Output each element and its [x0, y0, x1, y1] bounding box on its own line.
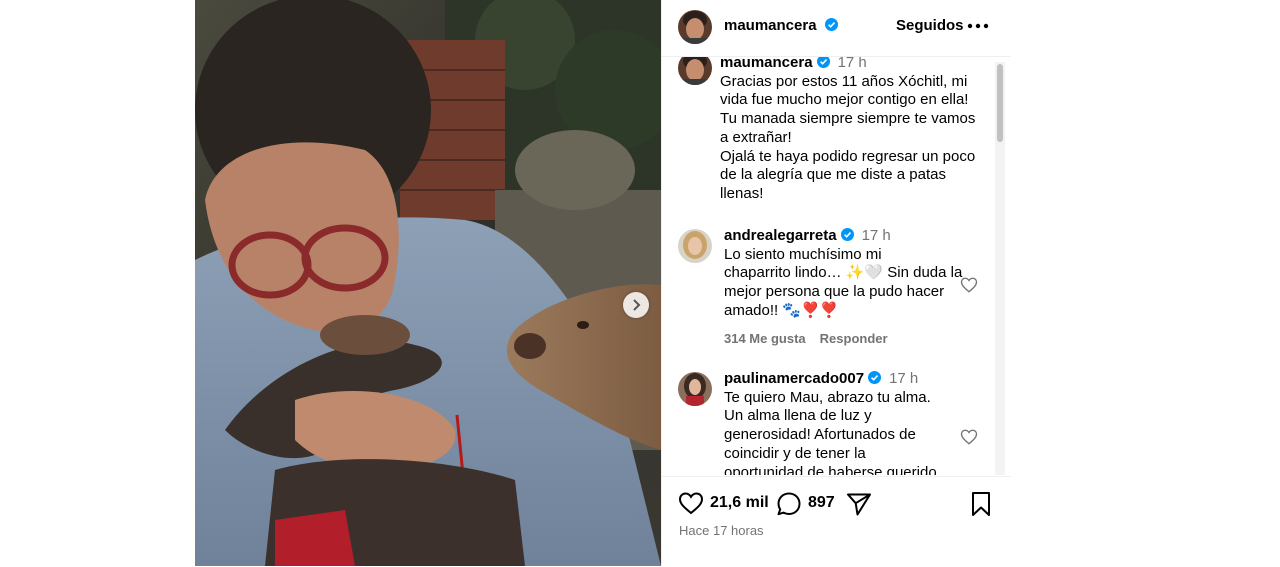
comment-line: oportunidad de haberse querido [724, 463, 937, 475]
comment-actions: 314 Me gusta Responder [724, 331, 902, 346]
comment-like-heart-icon[interactable] [960, 428, 978, 446]
comment-author[interactable]: paulinamercado007 [724, 370, 864, 387]
comment-time[interactable]: 17 h [862, 227, 891, 244]
caption-line: Ojalá te haya podido regresar un poco [720, 147, 976, 165]
post-action-bar: 21,6 mil 897 Hace 17 horas [662, 476, 1011, 567]
author-username[interactable]: maumancera [724, 17, 838, 34]
commenter-avatar[interactable] [678, 229, 712, 263]
comments-list[interactable]: maumancera 17 h Gracias por estos 11 años… [662, 57, 992, 475]
comment-line: coincidir y de tener la [724, 444, 866, 462]
verified-badge-icon [824, 18, 838, 31]
post-modal: maumancera Seguidos maumancera 17 h Grac… [195, 0, 1011, 567]
caption-line: Tu manada siempre siempre te vamos [720, 110, 976, 128]
following-button[interactable]: Seguidos [896, 17, 964, 34]
photo-illustration [195, 0, 661, 566]
comment-line: Lo siento muchísimo mi [724, 245, 882, 263]
comment-line: Te quiero Mau, abrazo tu alma. [724, 388, 931, 406]
reply-button[interactable]: Responder [820, 331, 888, 346]
chevron-right-icon [633, 299, 641, 311]
comments-scrollbar[interactable] [995, 62, 1005, 475]
caption-line: de la alegría que me diste a patas [720, 166, 946, 184]
bookmark-icon[interactable] [970, 491, 992, 517]
post-header: maumancera Seguidos [662, 0, 1011, 57]
comment-count[interactable]: 897 [808, 494, 835, 512]
verified-badge-icon [816, 57, 830, 68]
caption-line: a extrañar! [720, 128, 792, 146]
post-photo[interactable] [195, 0, 661, 566]
send-icon[interactable] [846, 492, 872, 516]
author-username-text[interactable]: maumancera [724, 17, 817, 34]
comment-line: Un alma llena de luz y [724, 407, 872, 425]
comment-body: paulinamercado007 17 h Te quiero Mau, abr… [724, 370, 937, 475]
verified-badge-icon [868, 371, 882, 384]
caption-line: Gracias por estos 11 años Xóchitl, mi [720, 72, 968, 90]
commenter-avatar[interactable] [678, 372, 712, 406]
caption-time[interactable]: 17 h [838, 57, 867, 71]
comment-line: generosidad! Afortunados de [724, 426, 916, 444]
comment-icon[interactable] [776, 491, 802, 517]
more-options-icon[interactable] [965, 14, 991, 38]
verified-badge-icon [840, 228, 854, 241]
comment-author[interactable]: andrealegarreta [724, 227, 837, 244]
like-count[interactable]: 21,6 mil [710, 494, 769, 512]
comment-line: chaparrito lindo… ✨🤍 Sin duda la [724, 264, 963, 282]
author-avatar[interactable] [678, 10, 712, 44]
comment-body: andrealegarreta 17 h Lo siento muchísimo … [724, 227, 962, 321]
post-side-panel: maumancera Seguidos maumancera 17 h Grac… [661, 0, 1011, 567]
caption-author[interactable]: maumancera [720, 57, 813, 71]
caption-line: vida fue mucho mejor contigo en ella! [720, 91, 969, 109]
caption-line: llenas! [720, 184, 764, 202]
posted-time[interactable]: Hace 17 horas [679, 523, 764, 538]
comment-line: mejor persona que la pudo hacer [724, 283, 945, 301]
comment-time[interactable]: 17 h [889, 370, 918, 387]
comment-likes-count[interactable]: 314 Me gusta [724, 331, 806, 346]
comment-line: amado!! 🐾❣️❣️ [724, 301, 839, 319]
caption-body: maumancera 17 h Gracias por estos 11 años… [720, 57, 975, 204]
next-photo-button[interactable] [623, 292, 649, 318]
heart-icon[interactable] [678, 491, 704, 515]
comment-like-heart-icon[interactable] [960, 276, 978, 294]
caption-author-avatar[interactable] [678, 57, 712, 85]
scrollbar-thumb[interactable] [997, 64, 1003, 142]
